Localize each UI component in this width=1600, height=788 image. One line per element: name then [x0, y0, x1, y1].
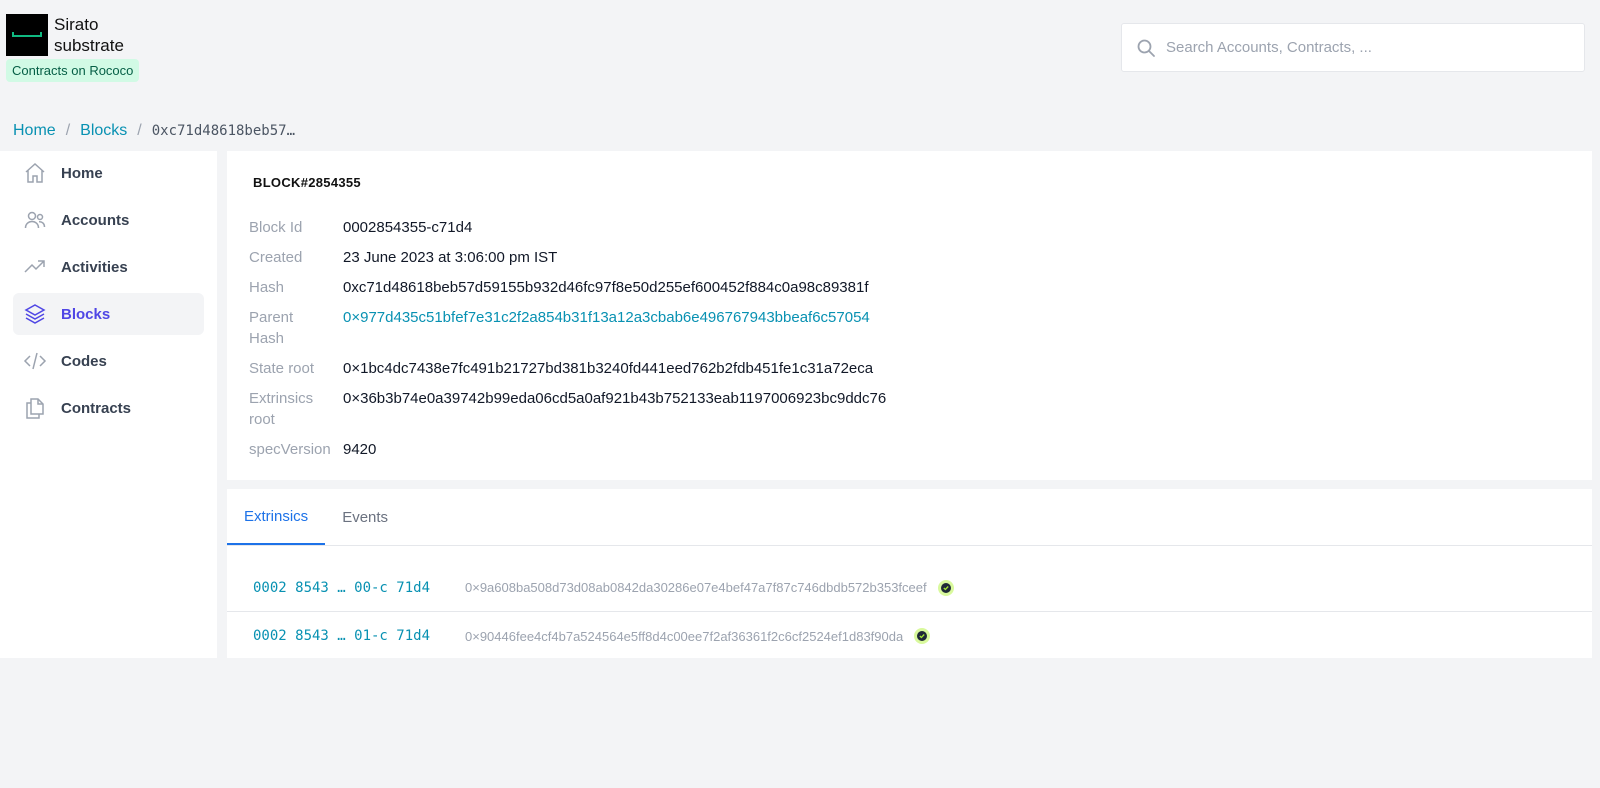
hash-value: 0xc71d48618beb57d59155b932d46fc97f8e50d2…: [343, 279, 869, 296]
extrinsic-hash: 0×90446fee4cf4b7a524564e5ff8d4c00ee7f2af…: [465, 628, 904, 644]
sidebar-item-label: Home: [61, 164, 103, 182]
detail-label: specVersion: [249, 441, 331, 458]
layers-icon: [24, 304, 46, 324]
detail-label-line2: Hash: [249, 330, 285, 347]
sidebar-item-label: Contracts: [61, 399, 132, 417]
extrinsic-id-link[interactable]: 0002 8543 … 00-c 71d4: [253, 580, 465, 596]
detail-row-block-id: Block Id 0002854355-c71d4: [249, 217, 1566, 238]
breadcrumb-current: 0xc71d48618beb57…: [151, 123, 296, 139]
breadcrumb-separator: /: [65, 122, 71, 139]
detail-label: Block Id: [249, 219, 303, 236]
detail-row-hash: Hash 0xc71d48618beb57d59155b932d46fc97f8…: [249, 277, 1566, 298]
sidebar-item-accounts[interactable]: Accounts: [13, 199, 204, 241]
detail-row-parent-hash: Parent Hash 0×977d435c51bfef7e31c2f2a854…: [249, 307, 1566, 349]
sidebar-item-activities[interactable]: Activities: [13, 246, 204, 288]
breadcrumb-separator: /: [137, 122, 142, 139]
tab-extrinsics[interactable]: Extrinsics: [227, 489, 326, 545]
breadcrumb: Home / Blocks / 0xc71d48618beb57…: [13, 122, 295, 140]
detail-label: Parent Hash: [249, 307, 343, 349]
detail-label: Extrinsics root: [249, 388, 343, 430]
brand[interactable]: Sirato substrate Contracts on Rococo: [6, 14, 140, 82]
block-details-card: BLOCK#2854355 Block Id 0002854355-c71d4 …: [227, 151, 1592, 480]
search-box[interactable]: [1121, 23, 1585, 72]
sidebar-item-blocks[interactable]: Blocks: [13, 293, 204, 335]
detail-row-state-root: State root 0×1bc4dc7438e7fc491b21727bd38…: [249, 358, 1566, 379]
spec-version-value: 9420: [343, 441, 377, 458]
users-icon: [24, 211, 46, 229]
brand-name-line1: Sirato: [54, 15, 99, 34]
block-title: BLOCK#2854355: [253, 175, 361, 190]
list-item: 0002 8543 … 01-c 71d4 0×90446fee4cf4b7a5…: [227, 612, 1592, 660]
detail-label-line1: Parent: [249, 309, 294, 326]
documents-icon: [26, 398, 44, 419]
sidebar-item-home[interactable]: Home: [13, 152, 204, 194]
detail-label: Hash: [249, 279, 285, 296]
sidebar-item-label: Activities: [61, 258, 128, 276]
network-badge: Contracts on Rococo: [6, 59, 140, 82]
created-value: 23 June 2023 at 3:06:00 pm IST: [343, 249, 558, 266]
state-root-value: 0×1bc4dc7438e7fc491b21727bd381b3240fd441…: [343, 360, 874, 377]
sidebar-item-codes[interactable]: Codes: [13, 340, 204, 382]
sidebar: Home Accounts Activities Blocks Codes Co…: [0, 151, 217, 658]
detail-label: Created: [249, 249, 303, 266]
detail-label-line1: Extrinsics: [249, 390, 314, 407]
sidebar-item-label: Accounts: [61, 211, 130, 229]
sidebar-item-contracts[interactable]: Contracts: [13, 387, 204, 429]
extrinsics-root-value: 0×36b3b74e0a39742b99eda06cd5a0af921b43b7…: [343, 390, 887, 407]
check-circle-icon: [937, 579, 954, 596]
sidebar-item-label: Codes: [61, 352, 107, 370]
block-details: Block Id 0002854355-c71d4 Created 23 Jun…: [249, 217, 1566, 460]
home-icon: [25, 162, 45, 183]
check-circle-icon: [914, 628, 931, 644]
breadcrumb-home-link[interactable]: Home: [13, 122, 56, 140]
detail-label: State root: [249, 360, 315, 377]
extrinsics-list: 0002 8543 … 00-c 71d4 0×9a608ba508d73d08…: [227, 564, 1592, 660]
breadcrumb-blocks-link[interactable]: Blocks: [80, 122, 127, 140]
extrinsic-id-link[interactable]: 0002 8543 … 01-c 71d4: [253, 628, 465, 644]
parent-hash-link[interactable]: 0×977d435c51bfef7e31c2f2a854b31f13a12a3c…: [343, 307, 870, 349]
sirato-logo-icon: [6, 14, 48, 56]
search-input[interactable]: [1166, 39, 1566, 56]
detail-row-created: Created 23 June 2023 at 3:06:00 pm IST: [249, 247, 1566, 268]
trend-icon: [24, 260, 45, 273]
extrinsic-hash: 0×9a608ba508d73d08ab0842da30286e07e4bef4…: [465, 580, 927, 595]
tab-events[interactable]: Events: [325, 489, 405, 545]
extrinsics-events-panel: Extrinsics Events 0002 8543 … 00-c 71d4 …: [227, 489, 1592, 658]
block-id-value: 0002854355-c71d4: [343, 219, 473, 236]
search-icon: [1137, 39, 1155, 57]
brand-name-line2: substrate: [54, 36, 124, 55]
detail-label-line2: root: [249, 411, 275, 428]
brand-name: Sirato substrate: [54, 14, 124, 56]
code-icon: [23, 352, 47, 370]
tab-bar: Extrinsics Events: [227, 489, 1592, 546]
detail-row-spec-version: specVersion 9420: [249, 439, 1566, 460]
list-item: 0002 8543 … 00-c 71d4 0×9a608ba508d73d08…: [227, 564, 1592, 612]
detail-row-extrinsics-root: Extrinsics root 0×36b3b74e0a39742b99eda0…: [249, 388, 1566, 430]
sidebar-item-label: Blocks: [61, 305, 111, 323]
